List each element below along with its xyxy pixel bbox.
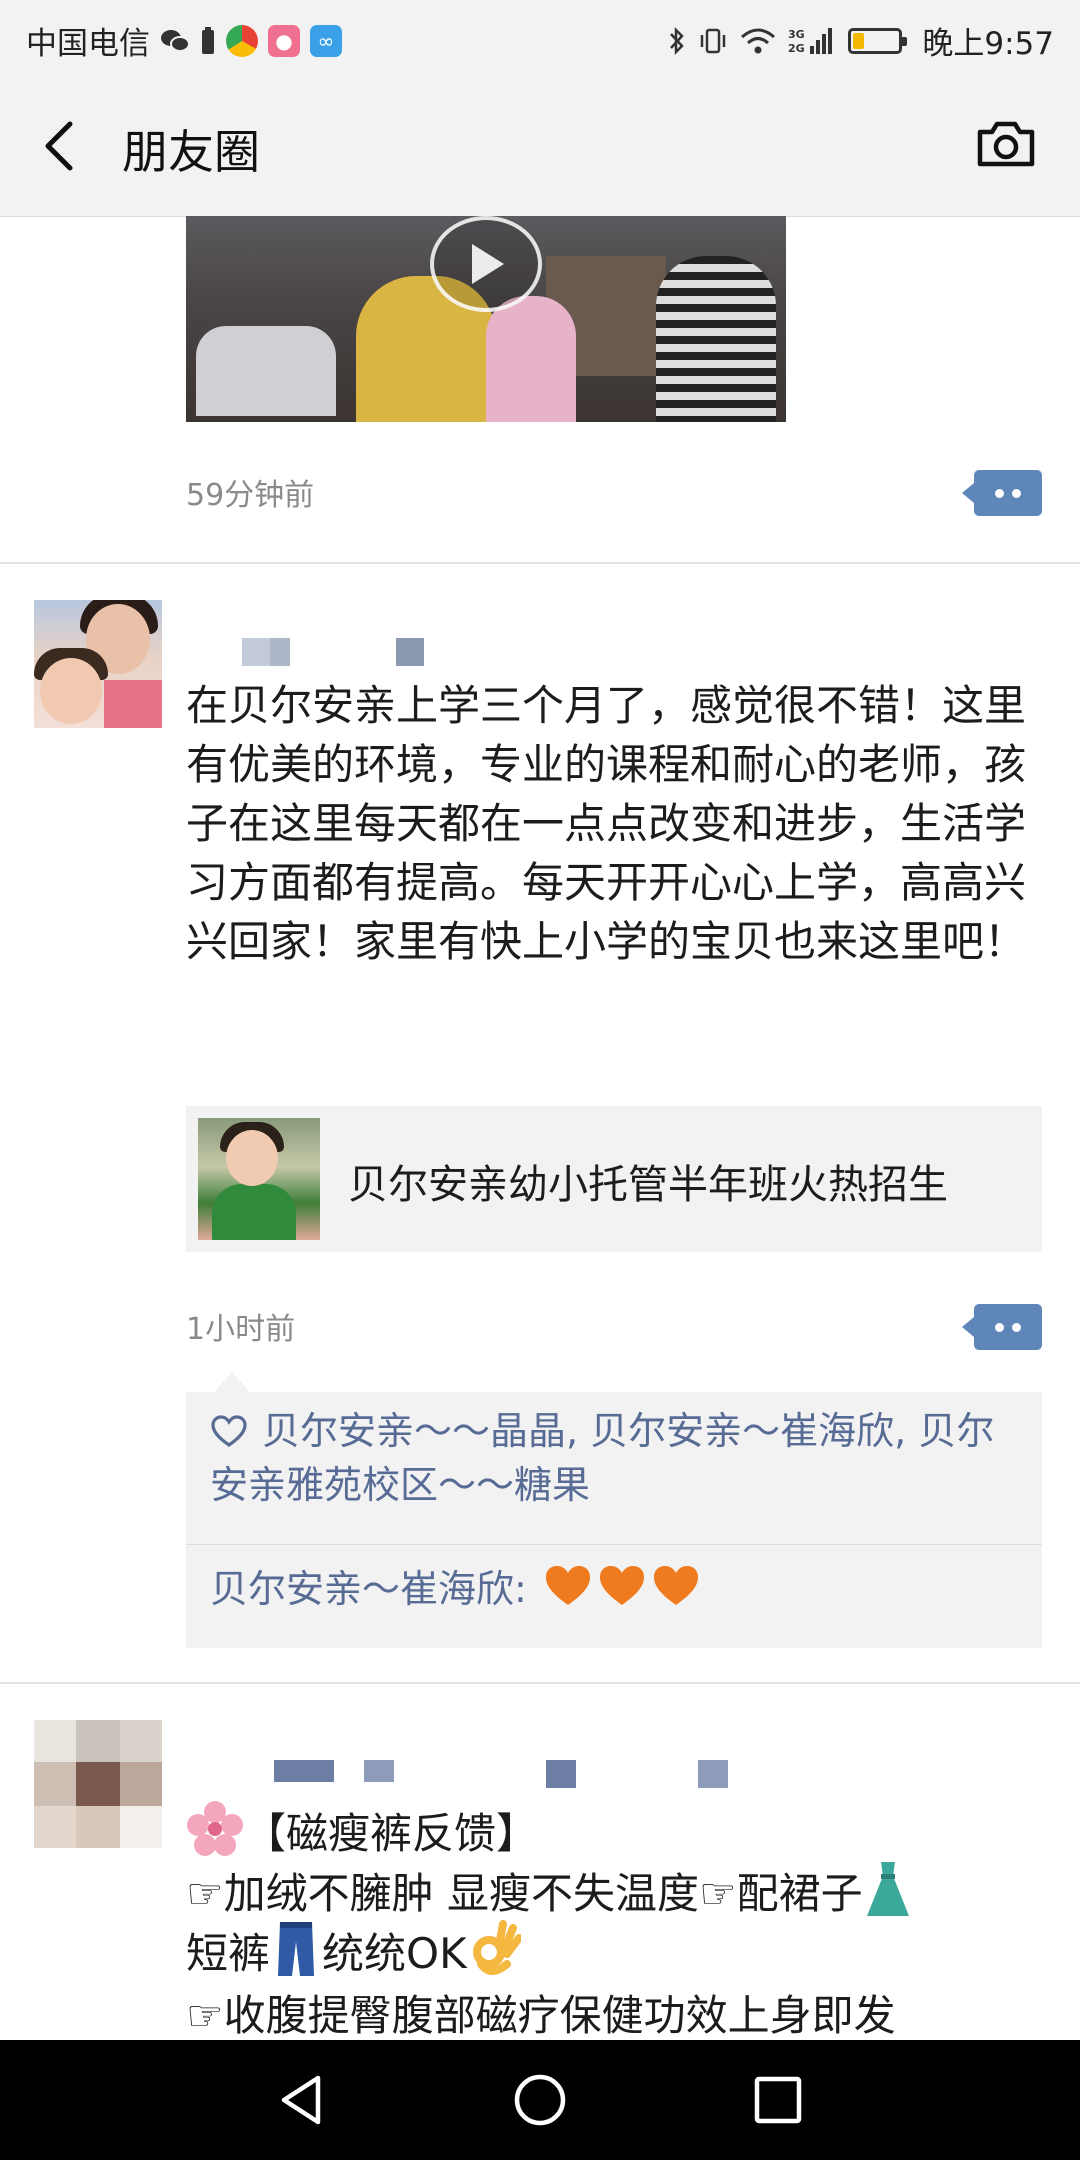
redaction-block [396,638,424,666]
video-play-button[interactable] [430,216,542,312]
camera-icon [977,121,1035,167]
avatar-pixel [120,1720,162,1762]
bluetooth-icon [668,26,686,56]
video-thumbnail[interactable] [186,216,786,422]
like-heart-icon [211,1415,247,1447]
avatar-shape [104,680,162,728]
likes-divider [186,1544,1042,1545]
camera-button[interactable] [974,114,1038,174]
post-text-line-3a: 短裤 [186,1929,271,1978]
comment-dot-icon [995,488,1004,498]
system-back-button[interactable] [272,2070,332,2130]
video-scene-shape [196,326,336,416]
top-nav-bar: 朋友圈 [0,76,1080,217]
avatar-pixel [76,1762,120,1806]
post-text-line-3b: 统统OK [322,1929,467,1978]
ok-hand-emoji-icon [472,1920,523,1975]
user-avatar[interactable] [34,1720,162,1848]
avatar-pixel [120,1762,162,1806]
play-icon [472,244,504,284]
status-time: 晚上9:57 [922,26,1054,62]
comment-author[interactable]: 贝尔安亲～崔海欣: [210,1567,527,1611]
back-arrow-icon [45,121,73,171]
redaction-block [364,1760,394,1782]
comment-dot-icon [1012,488,1021,498]
cherry-blossom-emoji-icon [187,1801,243,1856]
svg-text:2G: 2G [788,42,805,55]
battery-saver-icon [200,26,216,56]
link-card[interactable]: 贝尔安亲幼小托管半年班火热招生 [186,1106,1042,1252]
infinity-app-icon: ∞ [310,24,342,57]
redaction-block [698,1760,728,1788]
battery-icon [848,27,908,54]
likes-comments-box: 贝尔安亲～～晶晶, 贝尔安亲～崔海欣, 贝尔安亲雅苑校区～～糖果 贝尔安亲～崔海… [186,1372,1042,1648]
status-right: 3G 2G 晚上9:57 [668,18,1054,63]
post-text: 在贝尔安亲上学三个月了，感觉很不错！这里有优美的环境，专业的课程和耐心的老师，孩… [186,681,1027,966]
post-timestamp: 59分钟前 [186,478,315,513]
video-scene-shape [656,256,776,422]
orange-heart-emoji-icon [653,1566,698,1605]
redaction-block [270,638,290,666]
system-recents-button[interactable] [748,2070,808,2130]
post-timestamp: 1小时前 [186,1312,296,1347]
orange-heart-emoji-icon [545,1566,590,1605]
thumbnail-shape [212,1184,296,1240]
link-thumbnail [198,1118,320,1240]
comment-dot-icon [995,1322,1004,1332]
avatar-pixel [76,1720,120,1762]
wifi-icon [740,27,776,55]
comment-dot-icon [1012,1322,1021,1332]
post-text-line: 短裤 统统OK [186,1920,523,1981]
avatar-shape [40,658,102,724]
thumbnail-shape [226,1130,278,1186]
avatar-pixel [34,1720,76,1762]
system-home-button[interactable] [510,2070,570,2130]
avatar-pixel [34,1762,76,1806]
redaction-block [242,638,270,666]
pig-app-icon: ● [268,24,300,57]
triangle-back-icon [281,2075,321,2125]
system-nav-bar [0,2040,1080,2160]
post-text-line: ☞收腹提臀腹部磁疗保健功效上身即发 [186,1982,896,2043]
video-scene-shape [486,296,576,422]
vibrate-icon [698,26,728,56]
comment-button[interactable] [962,1304,1042,1350]
comment-row[interactable]: 贝尔安亲～崔海欣: [210,1562,701,1616]
back-button[interactable] [36,118,84,174]
page-title: 朋友圈 [122,125,260,179]
moments-page: 中国电信 ● ∞ 3G 2G 晚上9:57 朋友圈 59分钟前 在贝尔安亲上学三… [0,0,1080,2160]
post-divider [0,562,1080,564]
status-left: 中国电信 ● ∞ [26,18,342,63]
circle-home-icon [514,2074,566,2126]
avatar-pixel [120,1806,162,1848]
status-bar: 中国电信 ● ∞ 3G 2G 晚上9:57 [0,0,1080,76]
likes-names[interactable]: 贝尔安亲～～晶晶, 贝尔安亲～崔海欣, 贝尔安亲雅苑校区～～糖果 [210,1409,994,1507]
post-text-line-2: ☞加绒不臃肿 显瘦不失温度☞配裙子 [186,1869,863,1918]
redaction-block [274,1760,334,1782]
svg-text:3G: 3G [788,28,805,41]
chrome-icon [226,24,258,57]
carrier-label: 中国电信 [26,26,150,62]
comment-button[interactable] [962,470,1042,516]
jeans-emoji-icon [278,1922,315,1976]
battery-level-fill [853,32,865,49]
square-recents-icon [754,2076,802,2124]
link-title: 贝尔安亲幼小托管半年班火热招生 [348,1162,948,1208]
avatar-pixel [76,1806,120,1848]
wechat-icon [160,28,190,54]
post-text-line: 【磁瘦裤反馈】 [186,1800,538,1861]
orange-heart-emoji-icon [599,1566,644,1605]
likes-list: 贝尔安亲～～晶晶, 贝尔安亲～崔海欣, 贝尔安亲雅苑校区～～糖果 [210,1404,1030,1512]
post-text-line: ☞加绒不臃肿 显瘦不失温度☞配裙子 [186,1860,913,1921]
user-avatar[interactable] [34,600,162,728]
post-text-line-1: 【磁瘦裤反馈】 [244,1809,539,1858]
signal-icon: 3G 2G [788,26,836,56]
avatar-pixel [34,1806,76,1848]
dress-emoji-icon [866,1862,909,1916]
post-divider [0,1682,1080,1684]
redaction-block [546,1760,576,1788]
post-text-line-4: ☞收腹提臀腹部磁疗保健功效上身即发 [186,1991,896,2040]
